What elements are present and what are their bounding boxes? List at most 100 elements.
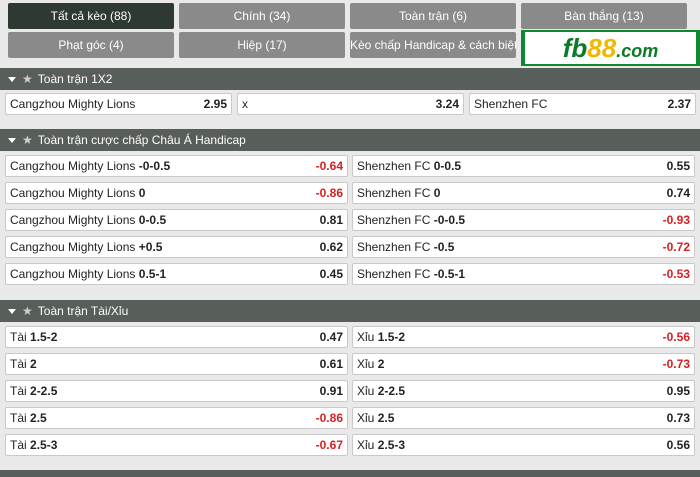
- logo-text-fb: fb: [562, 33, 588, 63]
- odds-cell-left[interactable]: Tài 2.5 -0.86: [5, 407, 348, 429]
- selection-team: Tài: [10, 384, 27, 398]
- odds-value: 2.37: [667, 97, 691, 111]
- logo-text-88: 88: [587, 33, 617, 63]
- odds-cell-left[interactable]: Tài 2-2.5 0.91: [5, 380, 348, 402]
- tab-full-time[interactable]: Toàn trận (6): [350, 3, 516, 29]
- tab-half[interactable]: Hiệp (17): [179, 32, 345, 58]
- odds-value: 0.81: [319, 213, 343, 227]
- odds-value: 3.24: [435, 97, 459, 111]
- selection-team: Cangzhou Mighty Lions: [10, 159, 136, 173]
- tab-goals[interactable]: Bàn thắng (13): [521, 3, 687, 29]
- selection-label: Tài 2: [10, 354, 37, 374]
- selection-team: Tài: [10, 357, 27, 371]
- odds-cell-draw[interactable]: x 3.24: [237, 93, 464, 115]
- selection-label: Tài 2-2.5: [10, 381, 57, 401]
- star-icon[interactable]: ★: [22, 304, 33, 318]
- selection-team: Xỉu: [357, 411, 375, 425]
- selection-label: Tài 2.5-3: [10, 435, 57, 455]
- selection-line: 2.5-3: [377, 438, 406, 452]
- odds-cell-right[interactable]: Shenzhen FC -0.5-1 -0.53: [352, 263, 695, 285]
- star-icon[interactable]: ★: [22, 72, 33, 86]
- odds-value: 0.62: [319, 240, 343, 254]
- fb88-logo: fb88.com: [521, 30, 700, 66]
- section-header-over-under[interactable]: ★ Toàn trận Tài/Xỉu: [0, 300, 700, 322]
- odds-value: -0.93: [662, 213, 690, 227]
- selection-line: 2.5: [30, 411, 47, 425]
- odds-value: 0.91: [319, 384, 343, 398]
- selection-team: Xỉu: [357, 384, 375, 398]
- tab-handicap-margin[interactable]: Kèo chấp Handicap & cách biệt (5): [350, 32, 516, 58]
- odds-cell-away[interactable]: Shenzhen FC 2.37: [469, 93, 696, 115]
- selection-line: -0.5: [433, 240, 455, 254]
- selection-label: Cangzhou Mighty Lions: [10, 97, 136, 111]
- selection-team: Cangzhou Mighty Lions: [10, 267, 136, 281]
- odds-cell-right[interactable]: Shenzhen FC -0-0.5 -0.93: [352, 209, 695, 231]
- selection-label: Xỉu 2.5: [357, 408, 394, 428]
- selection-team: Cangzhou Mighty Lions: [10, 240, 136, 254]
- selection-team: Xỉu: [357, 330, 375, 344]
- selection-team: Shenzhen FC: [357, 159, 431, 173]
- odds-cell-right[interactable]: Xỉu 2.5-3 0.56: [352, 434, 695, 456]
- odds-cell-right[interactable]: Shenzhen FC 0 0.74: [352, 182, 695, 204]
- selection-team: Tài: [10, 411, 27, 425]
- selection-label: Shenzhen FC -0.5: [357, 237, 454, 257]
- odds-cell-right[interactable]: Shenzhen FC -0.5 -0.72: [352, 236, 695, 258]
- section-title: Toàn trận 1X2: [37, 72, 113, 86]
- selection-line: -0-0.5: [138, 159, 171, 173]
- odds-value: -0.72: [662, 240, 690, 254]
- selection-line: 2-2.5: [30, 384, 58, 398]
- odds-value: 0.55: [666, 159, 690, 173]
- selection-team: Xỉu: [357, 438, 375, 452]
- tab-corners[interactable]: Phạt góc (4): [8, 32, 174, 58]
- section-header-1x2[interactable]: ★ Toàn trận 1X2: [0, 68, 700, 90]
- odds-cell-left[interactable]: Cangzhou Mighty Lions 0-0.5 0.81: [5, 209, 348, 231]
- selection-line: 0-0.5: [433, 159, 462, 173]
- next-section-header: [0, 470, 700, 477]
- selection-label: Cangzhou Mighty Lions -0-0.5: [10, 156, 170, 176]
- odds-cell-left[interactable]: Cangzhou Mighty Lions +0.5 0.62: [5, 236, 348, 258]
- odds-value: 0.56: [666, 438, 690, 452]
- odds-cell-right[interactable]: Shenzhen FC 0-0.5 0.55: [352, 155, 695, 177]
- odds-cell-left[interactable]: Cangzhou Mighty Lions -0-0.5 -0.64: [5, 155, 348, 177]
- selection-team: Shenzhen FC: [357, 240, 431, 254]
- odds-cell-left[interactable]: Tài 1.5-2 0.47: [5, 326, 348, 348]
- selection-label: Xỉu 2.5-3: [357, 435, 405, 455]
- selection-label: Tài 2.5: [10, 408, 47, 428]
- tab-main[interactable]: Chính (34): [179, 3, 345, 29]
- odds-cell-right[interactable]: Xỉu 2-2.5 0.95: [352, 380, 695, 402]
- selection-label: Shenzhen FC: [474, 97, 548, 111]
- odds-cell-left[interactable]: Tài 2.5-3 -0.67: [5, 434, 348, 456]
- section-header-asian-handicap[interactable]: ★ Toàn trận cược chấp Châu Á Handicap: [0, 129, 700, 151]
- tab-all-markets[interactable]: Tất cả kèo (88): [8, 3, 174, 29]
- selection-label: Cangzhou Mighty Lions +0.5: [10, 237, 162, 257]
- odds-cell-right[interactable]: Xỉu 1.5-2 -0.56: [352, 326, 695, 348]
- star-icon[interactable]: ★: [22, 133, 33, 147]
- odds-value: 0.47: [319, 330, 343, 344]
- odds-value: 0.74: [666, 186, 690, 200]
- selection-team: Tài: [10, 438, 27, 452]
- odds-cell-right[interactable]: Xỉu 2 -0.73: [352, 353, 695, 375]
- logo-text-com: .com: [616, 41, 659, 61]
- odds-value: 2.95: [203, 97, 227, 111]
- selection-team: Shenzhen FC: [357, 186, 431, 200]
- selection-line: 0: [433, 186, 441, 200]
- odds-value: -0.53: [662, 267, 690, 281]
- selection-label: Shenzhen FC -0.5-1: [357, 264, 465, 284]
- selection-line: 2.5-3: [30, 438, 58, 452]
- selection-line: +0.5: [138, 240, 163, 254]
- odds-cell-left[interactable]: Tài 2 0.61: [5, 353, 348, 375]
- selection-line: 0.5-1: [138, 267, 167, 281]
- odds-cell-home[interactable]: Cangzhou Mighty Lions 2.95: [5, 93, 232, 115]
- selection-team: Tài: [10, 330, 27, 344]
- selection-label: Xỉu 1.5-2: [357, 327, 405, 347]
- odds-cell-left[interactable]: Cangzhou Mighty Lions 0 -0.86: [5, 182, 348, 204]
- odds-value: -0.56: [662, 330, 690, 344]
- odds-cell-right[interactable]: Xỉu 2.5 0.73: [352, 407, 695, 429]
- section-title: Toàn trận cược chấp Châu Á Handicap: [37, 133, 246, 147]
- selection-label: Cangzhou Mighty Lions 0-0.5: [10, 210, 166, 230]
- odds-value: -0.86: [315, 186, 343, 200]
- selection-label: Cangzhou Mighty Lions 0.5-1: [10, 264, 166, 284]
- odds-cell-left[interactable]: Cangzhou Mighty Lions 0.5-1 0.45: [5, 263, 348, 285]
- selection-label: Xỉu 2: [357, 354, 384, 374]
- selection-line: 1.5-2: [30, 330, 58, 344]
